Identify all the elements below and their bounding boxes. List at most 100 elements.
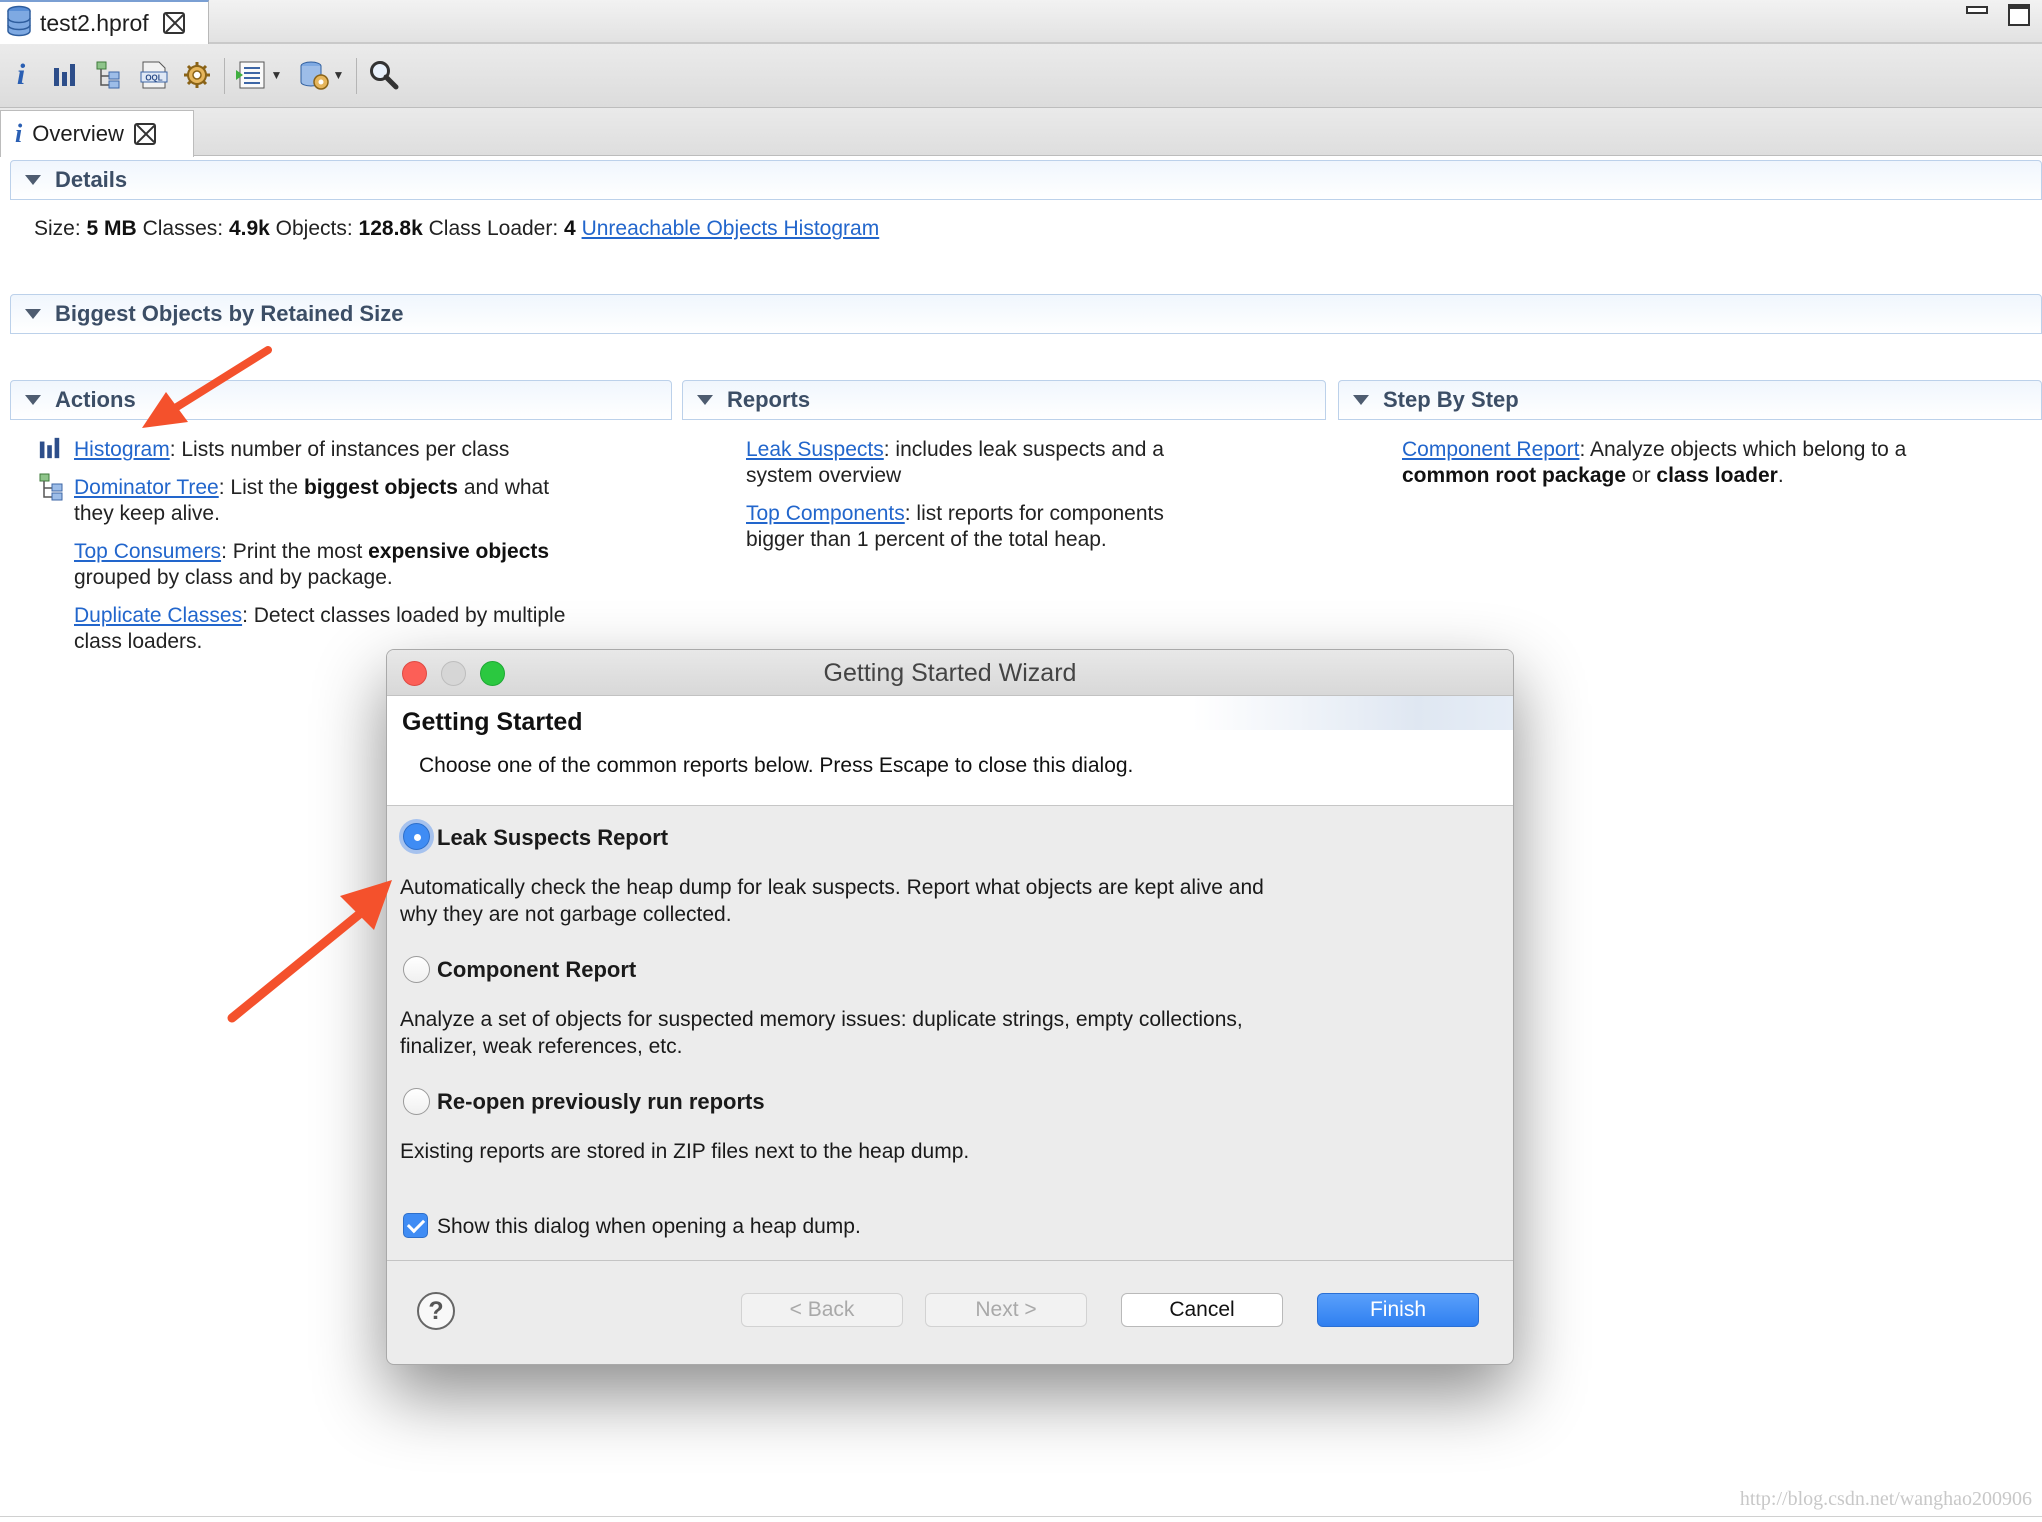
actions-section-header[interactable]: Actions bbox=[10, 380, 672, 420]
action-histogram: Histogram: Lists number of instances per… bbox=[74, 437, 509, 463]
reports-title: Reports bbox=[727, 387, 811, 412]
leak-suspects-desc-line2: system overview bbox=[746, 464, 902, 487]
top-consumers-desc-line2: grouped by class and by package. bbox=[74, 566, 393, 589]
reopen-reports-radio[interactable] bbox=[403, 1088, 430, 1115]
chevron-down-icon[interactable]: ▼ bbox=[333, 68, 345, 82]
objects-label: Objects: bbox=[275, 217, 353, 240]
details-summary: Size: 5 MB Classes: 4.9k Objects: 128.8k… bbox=[34, 216, 879, 242]
heap-dump-actions-icon[interactable]: ▼ bbox=[294, 56, 348, 94]
reopen-reports-label[interactable]: Re-open previously run reports bbox=[437, 1089, 765, 1115]
size-label: Size: bbox=[34, 217, 81, 240]
top-components-desc: : list reports for components bbox=[904, 502, 1164, 525]
oql-text: OQL bbox=[145, 74, 162, 83]
report-leak-suspects: Leak Suspects: includes leak suspects an… bbox=[746, 437, 1164, 489]
close-tab-icon[interactable] bbox=[162, 12, 185, 34]
step-by-step-title: Step By Step bbox=[1383, 387, 1519, 412]
query-browser-icon[interactable]: ▼ bbox=[232, 56, 286, 94]
collapse-triangle-icon[interactable] bbox=[697, 395, 713, 405]
editor-tab[interactable]: test2.hprof bbox=[0, 0, 209, 44]
toolbar: i OQL ▼ ▼ bbox=[0, 44, 2042, 108]
show-dialog-checkbox-label[interactable]: Show this dialog when opening a heap dum… bbox=[437, 1213, 1137, 1240]
component-report-desc: Analyze a set of objects for suspected m… bbox=[400, 1008, 1243, 1058]
collapse-triangle-icon[interactable] bbox=[25, 395, 41, 405]
annotation-arrow-leak-suspects bbox=[227, 880, 392, 1023]
leak-suspects-desc: : includes leak suspects and a bbox=[883, 438, 1164, 461]
biggest-objects-title: Biggest Objects by Retained Size bbox=[55, 301, 404, 326]
details-section-header[interactable]: Details bbox=[10, 160, 2042, 200]
classes-value: 4.9k bbox=[228, 217, 270, 240]
toolbar-separator bbox=[224, 58, 225, 94]
oql-icon[interactable]: OQL bbox=[138, 56, 170, 94]
component-report-radio[interactable] bbox=[403, 956, 430, 983]
action-dominator-tree: Dominator Tree: List the biggest objects… bbox=[74, 475, 549, 527]
dominator-desc-bold: biggest objects bbox=[303, 476, 458, 499]
back-button[interactable]: < Back bbox=[741, 1293, 903, 1327]
show-dialog-checkbox[interactable] bbox=[403, 1213, 428, 1238]
component-report-desc: : Analyze objects which belong to a bbox=[1579, 438, 1907, 461]
leak-suspects-report-label[interactable]: Leak Suspects Report bbox=[437, 825, 668, 851]
collapse-triangle-icon[interactable] bbox=[25, 175, 41, 185]
heap-dump-database-icon bbox=[6, 5, 32, 42]
objects-value: 128.8k bbox=[358, 217, 423, 240]
duplicate-classes-link[interactable]: Duplicate Classes bbox=[74, 604, 242, 627]
action-duplicate-classes: Duplicate Classes: Detect classes loaded… bbox=[74, 603, 565, 655]
histogram-link[interactable]: Histogram bbox=[74, 438, 170, 461]
collapse-triangle-icon[interactable] bbox=[25, 309, 41, 319]
dialog-subtitle: Choose one of the common reports below. … bbox=[419, 754, 1134, 777]
histogram-icon bbox=[38, 436, 62, 465]
top-components-link[interactable]: Top Components bbox=[746, 502, 905, 525]
tab-overview-label: Overview bbox=[32, 121, 124, 146]
leak-suspects-report-desc: Automatically check the heap dump for le… bbox=[400, 876, 1264, 926]
dominator-tree-link[interactable]: Dominator Tree bbox=[74, 476, 219, 499]
dominator-desc-post: and what bbox=[457, 476, 550, 499]
duplicate-classes-desc: : Detect classes loaded by multiple bbox=[242, 604, 566, 627]
window-bottom-border bbox=[0, 1516, 2042, 1517]
top-consumers-desc-bold: expensive objects bbox=[368, 540, 550, 563]
dominator-desc-line2: they keep alive. bbox=[74, 502, 220, 525]
reports-section-header[interactable]: Reports bbox=[682, 380, 1326, 420]
search-icon[interactable] bbox=[366, 56, 402, 94]
overview-info-icon[interactable]: i bbox=[10, 56, 32, 94]
top-consumers-desc: : Print the most bbox=[221, 540, 369, 563]
dominator-desc: : List the bbox=[218, 476, 304, 499]
unreachable-objects-histogram-link[interactable]: Unreachable Objects Histogram bbox=[582, 217, 880, 240]
next-button[interactable]: Next > bbox=[925, 1293, 1087, 1327]
component-report-mid: or bbox=[1626, 464, 1657, 487]
size-value: 5 MB bbox=[86, 217, 137, 240]
component-report-link[interactable]: Component Report bbox=[1402, 438, 1579, 461]
dialog-header: Getting Started Choose one of the common… bbox=[387, 696, 1513, 806]
minimize-icon[interactable] bbox=[1966, 6, 1988, 14]
step-by-step-section-header[interactable]: Step By Step bbox=[1338, 380, 2042, 420]
close-tab-icon[interactable] bbox=[133, 123, 156, 145]
component-report-end: . bbox=[1777, 464, 1784, 487]
reopen-reports-desc: Existing reports are stored in ZIP files… bbox=[400, 1140, 970, 1163]
dialog-separator bbox=[387, 1260, 1513, 1261]
collapse-triangle-icon[interactable] bbox=[1353, 395, 1369, 405]
dominator-tree-icon[interactable] bbox=[94, 56, 124, 94]
cancel-button[interactable]: Cancel bbox=[1121, 1293, 1283, 1327]
component-report-label[interactable]: Component Report bbox=[437, 957, 636, 983]
leak-suspects-link[interactable]: Leak Suspects bbox=[746, 438, 884, 461]
actions-title: Actions bbox=[55, 387, 136, 412]
finish-button[interactable]: Finish bbox=[1317, 1293, 1479, 1327]
thread-overview-icon[interactable] bbox=[180, 56, 214, 94]
action-top-consumers: Top Consumers: Print the most expensive … bbox=[74, 539, 549, 591]
class-loader-value: 4 bbox=[564, 217, 576, 240]
tab-overview[interactable]: i Overview bbox=[0, 110, 194, 157]
histogram-icon[interactable] bbox=[50, 56, 80, 94]
help-icon[interactable]: ? bbox=[417, 1292, 455, 1330]
top-consumers-link[interactable]: Top Consumers bbox=[74, 540, 221, 563]
top-components-desc-line2: bigger than 1 percent of the total heap. bbox=[746, 528, 1107, 551]
biggest-objects-section-header[interactable]: Biggest Objects by Retained Size bbox=[10, 294, 2042, 334]
header-banner-gradient bbox=[1193, 696, 1513, 730]
maximize-icon[interactable] bbox=[2008, 4, 2030, 26]
dialog-heading: Getting Started bbox=[402, 708, 583, 736]
chevron-down-icon[interactable]: ▼ bbox=[271, 68, 283, 82]
getting-started-wizard-dialog: Getting Started Wizard Getting Started C… bbox=[386, 649, 1514, 1365]
editor-tab-label: test2.hprof bbox=[40, 9, 149, 36]
details-title: Details bbox=[55, 167, 128, 192]
leak-suspects-report-radio[interactable] bbox=[403, 823, 430, 850]
toolbar-separator bbox=[356, 58, 357, 94]
overview-info-icon: i bbox=[15, 119, 23, 148]
view-tab-bar bbox=[0, 108, 2042, 156]
